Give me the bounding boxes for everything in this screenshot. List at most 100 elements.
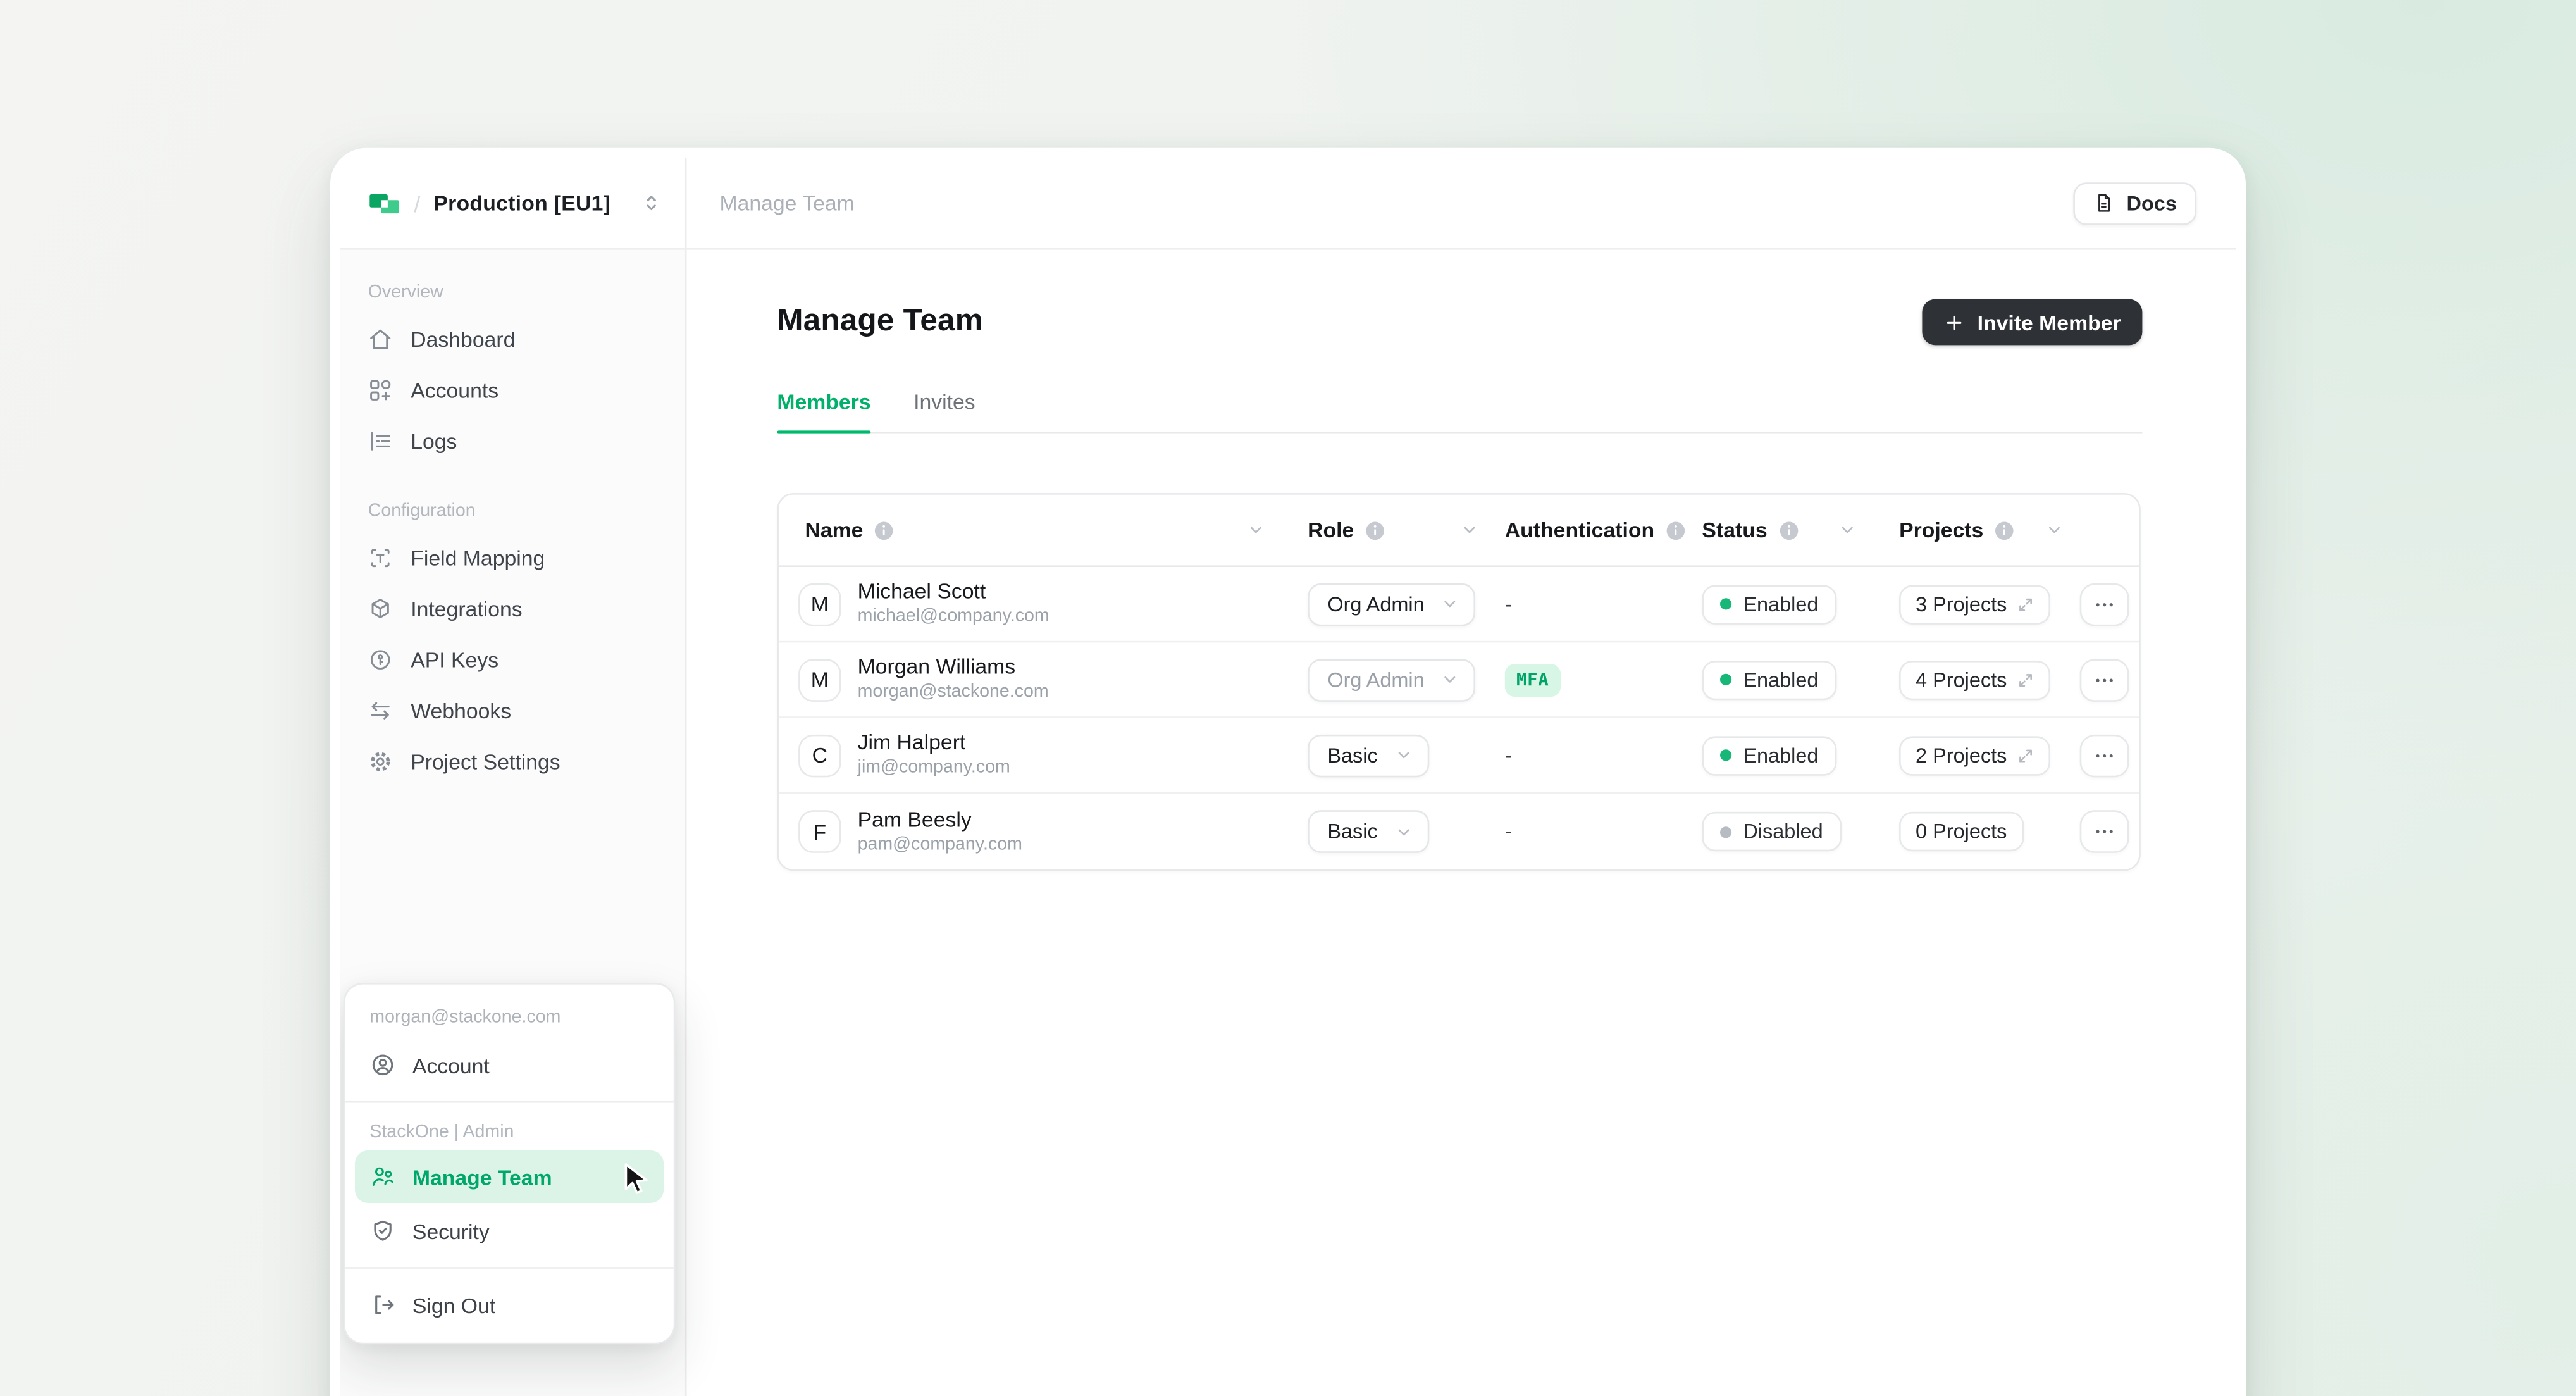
plus-icon [1943,311,1964,333]
expand-icon [2017,595,2033,612]
user-menu-popup: morgan@stackone.com Account StackOne | A… [344,983,676,1344]
menu-item-account[interactable]: Account [355,1038,664,1091]
member-name: Michael Scott [858,578,1050,605]
role-select[interactable]: Basic [1308,810,1428,853]
sidebar-item-integrations[interactable]: Integrations [353,583,672,633]
projects-link[interactable]: 4 Projects [1899,660,2050,699]
chevron-down-icon[interactable] [2045,521,2064,539]
sign-out-icon [369,1292,396,1318]
member-email: morgan@stackone.com [858,682,1049,705]
chevron-down-icon[interactable] [1461,521,1479,539]
status-dot [1720,826,1731,837]
auth-value: - [1505,591,1512,616]
status-badge: Enabled [1702,584,1836,623]
chevrons-up-down-icon[interactable] [641,192,662,214]
role-select[interactable]: Org Admin [1308,583,1475,626]
sidebar-item-webhooks[interactable]: Webhooks [353,685,672,735]
status-badge: Enabled [1702,660,1836,699]
desktop-background: / Production [EU1] Manage Team Docs [0,0,2576,1396]
tab-members[interactable]: Members [777,389,870,432]
gear-icon [368,749,393,773]
member-email: pam@company.com [858,835,1022,857]
info-icon [1366,520,1385,540]
role-select[interactable]: Basic [1308,734,1428,777]
field-mapping-icon [368,545,393,570]
sidebar-item-project-settings[interactable]: Project Settings [353,736,672,785]
mfa-badge: MFA [1505,663,1561,696]
table-row: C Jim Halpert jim@company.com Basic - En… [779,718,2139,794]
avatar: F [798,810,841,853]
table-header: Name Role Authentication [779,495,2139,567]
row-actions-button[interactable] [2080,810,2129,853]
menu-item-manage-team[interactable]: Manage Team [355,1150,664,1203]
row-actions-button[interactable] [2080,583,2129,626]
auth-value: - [1505,818,1512,843]
column-header-projects: Projects [1899,518,1983,542]
accounts-grid-plus-icon [368,377,393,402]
menu-item-security[interactable]: Security [355,1205,664,1257]
topbar-breadcrumb: Manage Team [719,190,854,215]
column-header-authentication: Authentication [1505,518,1654,542]
info-icon [1995,520,2014,540]
project-name: Production [EU1] [433,190,628,215]
chevron-down-icon[interactable] [1838,521,1857,539]
docs-button[interactable]: Docs [2074,182,2196,225]
auth-value: - [1505,742,1512,767]
sidebar-item-field-mapping[interactable]: Field Mapping [353,532,672,582]
tabs: Members Invites [777,389,2142,433]
window-header: / Production [EU1] Manage Team Docs [340,158,2236,249]
shield-check-icon [369,1218,396,1244]
info-icon [1779,520,1799,540]
user-email: morgan@stackone.com [345,994,673,1037]
chevron-down-icon[interactable] [1247,521,1265,539]
breadcrumb-slash: / [414,190,420,216]
menu-item-sign-out[interactable]: Sign Out [355,1278,664,1331]
status-dot [1720,674,1731,685]
sidebar-item-api-keys[interactable]: API Keys [353,634,672,683]
avatar: M [798,583,841,626]
menu-org-label: StackOne | Admin [345,1112,673,1149]
sidebar-section-configuration: Configuration [340,478,685,531]
sidebar-item-accounts[interactable]: Accounts [353,365,672,414]
projects-link[interactable]: 3 Projects [1899,584,2050,623]
page-title: Manage Team [777,304,983,340]
table-row: F Pam Beesly pam@company.com Basic - Dis… [779,794,2139,869]
row-actions-button[interactable] [2080,734,2129,777]
column-header-status: Status [1702,518,1767,542]
avatar: M [798,658,841,701]
column-header-name: Name [805,518,864,542]
menu-divider [345,1101,673,1103]
cube-icon [368,595,393,620]
stackone-logo-icon [368,190,401,216]
status-dot [1720,749,1731,761]
projects-link[interactable]: 2 Projects [1899,735,2050,775]
chevron-down-icon [1441,671,1459,689]
expand-icon [2017,671,2033,688]
table-row: M Morgan Williams morgan@stackone.com Or… [779,642,2139,718]
status-badge: Disabled [1702,812,1841,851]
key-icon [368,647,393,671]
info-icon [1666,520,1685,540]
status-dot [1720,598,1731,609]
home-icon [368,326,393,351]
sidebar-item-dashboard[interactable]: Dashboard [353,314,672,363]
members-table: Name Role Authentication [777,493,2140,871]
row-actions-button[interactable] [2080,658,2129,701]
invite-member-button[interactable]: Invite Member [1921,299,2142,346]
member-name: Pam Beesly [858,806,1022,833]
users-icon [369,1164,396,1190]
chevron-down-icon [1394,823,1413,841]
projects-label: 0 Projects [1899,812,2023,851]
avatar: C [798,734,841,777]
project-switcher[interactable]: / Production [EU1] [340,158,687,248]
chevron-down-icon [1394,746,1413,764]
role-select: Org Admin [1308,658,1475,701]
sidebar-item-logs[interactable]: Logs [353,416,672,465]
member-name: Jim Halpert [858,730,1010,756]
account-person-icon [369,1052,396,1078]
member-email: jim@company.com [858,758,1010,781]
arrows-swap-icon [368,697,393,722]
main-content: Manage Team Invite Member Members Invite… [687,250,2236,1396]
tab-invites[interactable]: Invites [913,389,975,432]
sidebar-section-overview: Overview [340,259,685,312]
